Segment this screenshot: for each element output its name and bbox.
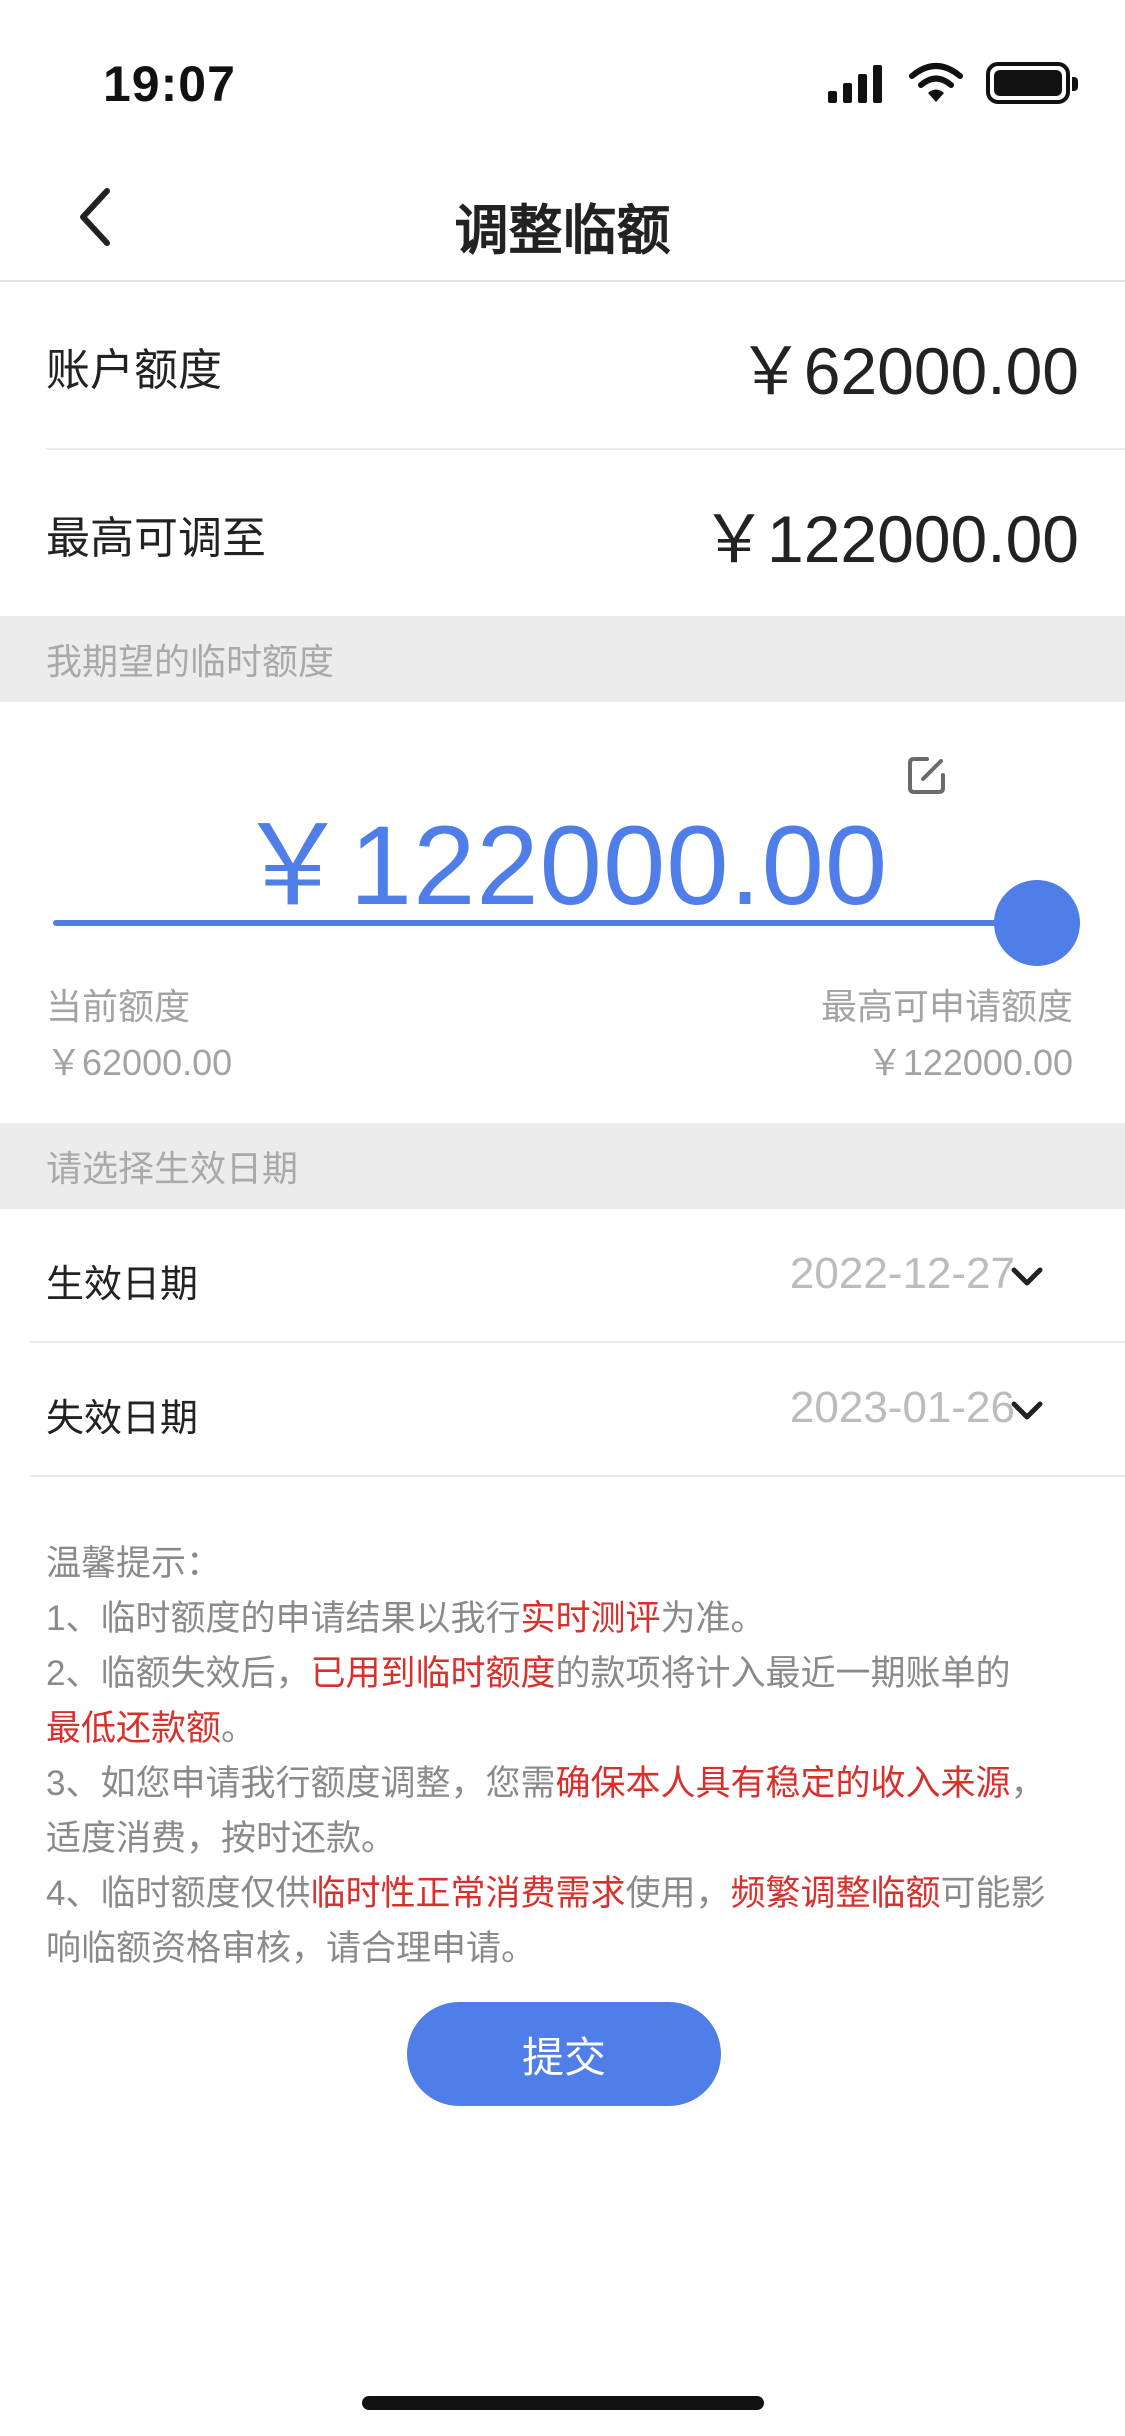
expected-amount-header: 我期望的临时额度 [0,616,1125,702]
wifi-icon [909,63,963,102]
date-section-header: 请选择生效日期 [0,1123,1125,1209]
current-limit-value: ￥62000.00 [46,1042,233,1083]
max-apply-label: 最高可申请额度 [820,986,1073,1027]
account-limit-value: ￥62000.00 [737,334,1079,408]
current-limit-label: 当前额度 [46,986,191,1027]
amount-slider[interactable] [53,880,1080,966]
expiry-date-label: 失效日期 [46,1398,199,1440]
nav-bar: 调整临额 [0,160,1125,282]
battery-icon [986,62,1078,104]
edit-icon [908,757,945,794]
home-indicator [362,2396,764,2410]
effective-date-value[interactable]: 2022-12-27 [790,1249,1015,1299]
chevron-down-icon[interactable] [1009,1259,1045,1295]
status-bar: 19:07 [0,0,1125,160]
tip-item-4: 4、临时额度仅供临时性正常消费需求使用，频繁调整临额可能影响临额资格审核，请合理… [46,1874,1046,1968]
expiry-date-row[interactable]: 失效日期 2023-01-26 [30,1343,1125,1477]
edit-amount-button[interactable] [905,753,949,797]
page-title: 调整临额 [454,201,671,261]
tip-item-1: 1、临时额度的申请结果以我行实时测评为准。 [46,1599,766,1638]
expiry-date-value[interactable]: 2023-01-26 [790,1383,1015,1433]
max-adjust-label: 最高可调至 [46,514,266,563]
effective-date-row[interactable]: 生效日期 2022-12-27 [30,1209,1125,1343]
max-adjust-row: 最高可调至 ￥122000.00 [46,450,1079,618]
max-apply-value: ￥122000.00 [866,1042,1073,1083]
account-limit-row: 账户额度 ￥62000.00 [46,282,1079,450]
status-time: 19:07 [103,56,236,112]
account-limit-label: 账户额度 [46,346,222,395]
slider-thumb[interactable] [994,880,1080,966]
tip-item-3: 3、如您申请我行额度调整，您需确保本人具有稳定的收入来源，适度消费，按时还款。 [46,1764,1046,1858]
status-icons [826,62,1078,104]
tip-item-2: 2、临额失效后，已用到临时额度的款项将计入最近一期账单的 最低还款额。 [46,1654,1011,1748]
submit-button[interactable]: 提交 [407,2002,721,2106]
max-adjust-value: ￥122000.00 [701,502,1079,576]
effective-date-label: 生效日期 [46,1264,199,1306]
chevron-down-icon[interactable] [1009,1393,1045,1429]
tips-title: 温馨提示： [46,1544,222,1583]
cellular-signal-icon [828,65,882,103]
slider-fill [53,920,1037,926]
tips-block: 温馨提示： 1、临时额度的申请结果以我行实时测评为准。 2、临额失效后，已用到临… [46,1536,1076,1976]
